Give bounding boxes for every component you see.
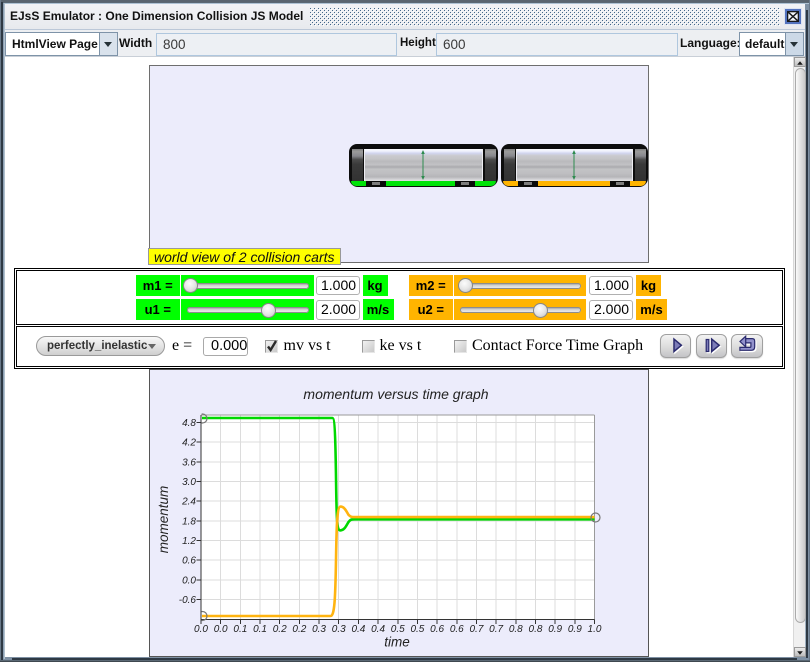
svg-text:0.4: 0.4 xyxy=(371,624,385,635)
svg-text:3.6: 3.6 xyxy=(182,457,196,468)
svg-text:4.8: 4.8 xyxy=(182,418,196,429)
svg-text:4.2: 4.2 xyxy=(182,438,196,449)
svg-text:0.0: 0.0 xyxy=(214,624,228,635)
svg-text:1.8: 1.8 xyxy=(182,516,196,527)
svg-text:momentum: momentum xyxy=(156,486,171,554)
svg-text:0.3: 0.3 xyxy=(332,624,346,635)
svg-text:3.0: 3.0 xyxy=(182,477,196,488)
svg-text:1.0: 1.0 xyxy=(588,624,602,635)
svg-text:0.7: 0.7 xyxy=(469,624,483,635)
svg-text:0.6: 0.6 xyxy=(450,624,464,635)
svg-text:0.5: 0.5 xyxy=(391,624,405,635)
svg-text:0.8: 0.8 xyxy=(509,624,523,635)
svg-text:0.5: 0.5 xyxy=(410,624,424,635)
svg-text:0.8: 0.8 xyxy=(529,624,543,635)
svg-text:-0.6: -0.6 xyxy=(179,595,197,606)
svg-text:0.9: 0.9 xyxy=(568,624,582,635)
svg-text:time: time xyxy=(384,635,410,650)
svg-text:0.0: 0.0 xyxy=(182,575,196,586)
svg-text:0.4: 0.4 xyxy=(351,624,365,635)
svg-text:momentum versus time graph: momentum versus time graph xyxy=(303,386,488,402)
svg-text:0.2: 0.2 xyxy=(273,624,287,635)
svg-text:0.9: 0.9 xyxy=(548,624,562,635)
svg-text:0.0: 0.0 xyxy=(194,624,208,635)
svg-text:2.4: 2.4 xyxy=(181,497,196,508)
svg-text:0.7: 0.7 xyxy=(489,624,503,635)
svg-text:0.3: 0.3 xyxy=(312,624,326,635)
svg-text:0.6: 0.6 xyxy=(182,556,196,567)
svg-text:1.2: 1.2 xyxy=(182,536,196,547)
svg-text:0.1: 0.1 xyxy=(233,624,247,635)
svg-text:0.2: 0.2 xyxy=(292,624,306,635)
svg-text:0.1: 0.1 xyxy=(253,624,267,635)
svg-text:0.6: 0.6 xyxy=(430,624,444,635)
